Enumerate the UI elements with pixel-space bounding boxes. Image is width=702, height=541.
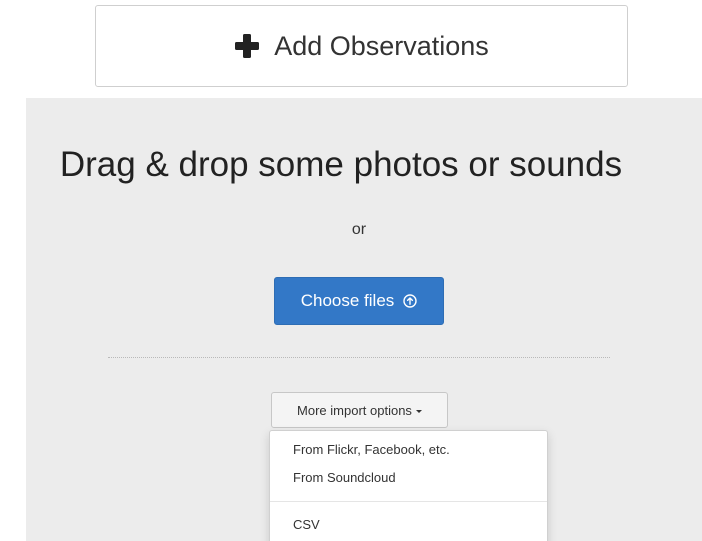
menu-divider [270, 501, 547, 502]
add-observations-label: Add Observations [274, 30, 489, 61]
choose-files-button[interactable]: Choose files [274, 277, 444, 325]
drop-zone-title: Drag & drop some photos or sounds [59, 145, 623, 184]
add-observations-button[interactable]: Add Observations [95, 5, 628, 87]
plus-icon [234, 33, 260, 59]
more-import-options-label: More import options [297, 402, 412, 418]
caret-down-icon [415, 409, 422, 413]
or-separator-text: or [351, 221, 367, 238]
menu-item-csv[interactable]: CSV [293, 517, 320, 532]
more-import-options-button[interactable]: More import options [271, 392, 448, 428]
choose-files-label: Choose files [300, 291, 395, 310]
dotted-divider [108, 357, 610, 358]
page: Add Observations Drag & drop some photos… [0, 0, 702, 541]
upload-circle-icon [403, 294, 417, 308]
menu-item-soundcloud[interactable]: From Soundcloud [293, 470, 396, 485]
import-options-dropdown: From Flickr, Facebook, etc. From Soundcl… [269, 430, 548, 541]
menu-item-flickr-facebook[interactable]: From Flickr, Facebook, etc. [293, 442, 450, 457]
